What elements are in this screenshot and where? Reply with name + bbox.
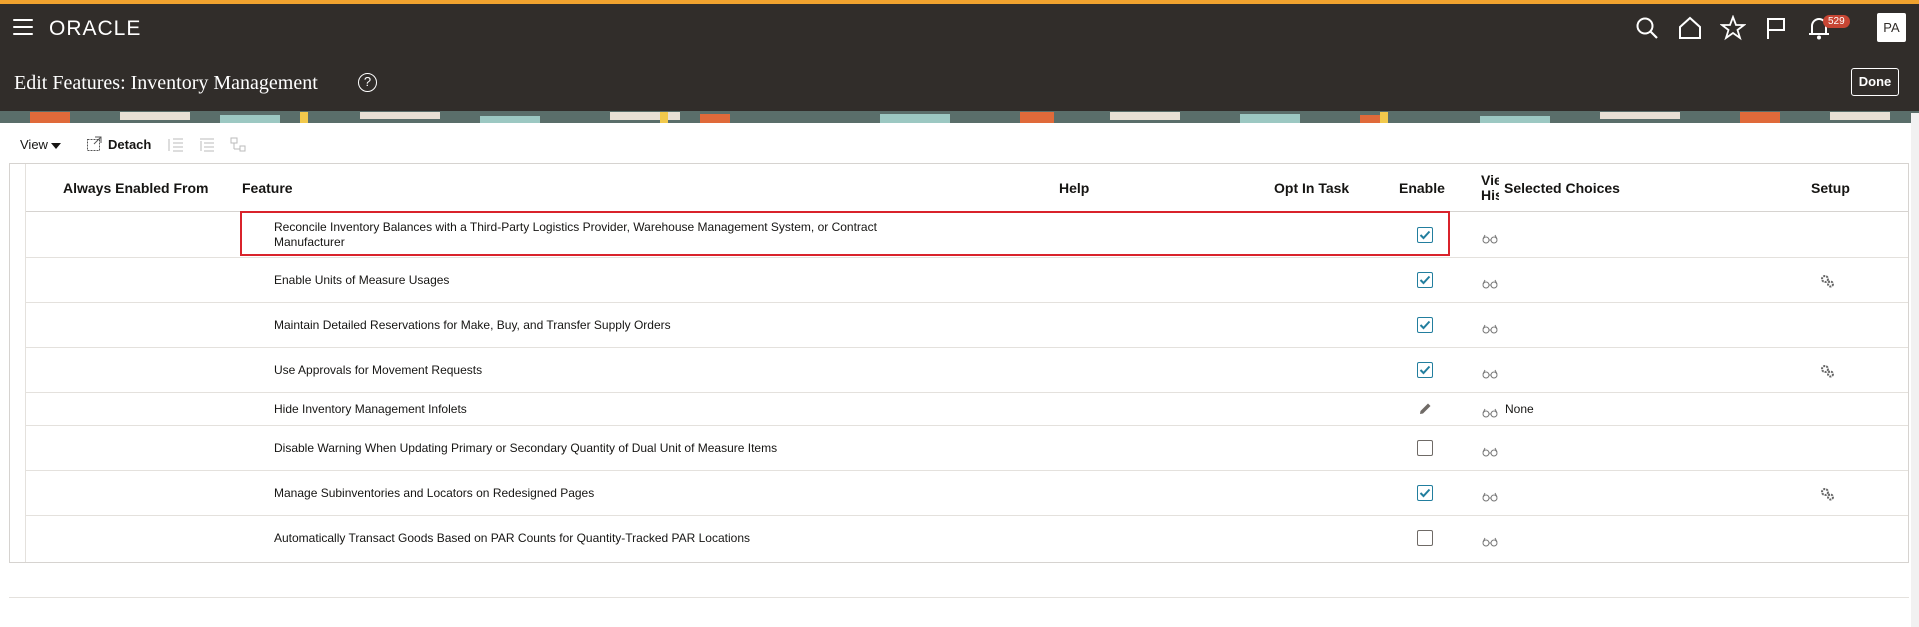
gear-icon[interactable] <box>1819 363 1835 379</box>
feature-name: Hide Inventory Management Infolets <box>274 402 467 416</box>
col-opt-in-task[interactable]: Opt In Task <box>1274 180 1349 196</box>
glasses-icon[interactable] <box>1482 321 1498 334</box>
indent-icon[interactable] <box>168 136 184 152</box>
pencil-icon[interactable] <box>1417 401 1433 417</box>
table-row[interactable]: Enable Units of Measure Usages <box>26 258 1908 303</box>
oracle-logo[interactable]: ORACLE <box>49 17 141 41</box>
home-icon[interactable] <box>1677 15 1703 41</box>
glasses-icon[interactable] <box>1482 366 1498 379</box>
col-feature[interactable]: Feature <box>242 180 293 196</box>
selected-choices-value: None <box>1505 402 1534 416</box>
global-header: ORACLE 529 PA Edit Features: Inventory M… <box>0 0 1919 113</box>
view-dropdown-icon[interactable] <box>50 139 66 155</box>
table-row[interactable]: Manage Subinventories and Locators on Re… <box>26 471 1908 516</box>
col-view-history[interactable]: Vie His <box>1481 173 1499 205</box>
glasses-icon[interactable] <box>1482 276 1498 289</box>
col-enable[interactable]: Enable <box>1399 180 1445 196</box>
glasses-icon[interactable] <box>1482 489 1498 502</box>
detach-icon[interactable] <box>86 136 102 152</box>
feature-name: Enable Units of Measure Usages <box>274 273 450 287</box>
view-menu-label[interactable]: View <box>20 137 48 152</box>
enable-checkbox[interactable] <box>1417 272 1433 288</box>
enable-checkbox[interactable] <box>1417 485 1433 501</box>
table-row[interactable]: Maintain Detailed Reservations for Make,… <box>26 303 1908 348</box>
enable-checkbox[interactable] <box>1417 317 1433 333</box>
table-row[interactable]: Hide Inventory Management Infolets None <box>26 393 1908 426</box>
gear-icon[interactable] <box>1819 273 1835 289</box>
vertical-scrollbar[interactable] <box>1911 113 1919 627</box>
feature-name: Manage Subinventories and Locators on Re… <box>274 486 595 500</box>
col-selected-choices[interactable]: Selected Choices <box>1504 180 1620 196</box>
flag-icon[interactable] <box>1763 15 1789 41</box>
enable-checkbox[interactable] <box>1417 440 1433 456</box>
help-icon[interactable]: ? <box>358 73 377 92</box>
enable-checkbox[interactable] <box>1417 362 1433 378</box>
glasses-icon[interactable] <box>1482 405 1498 418</box>
feature-name: Use Approvals for Movement Requests <box>274 363 483 377</box>
feature-name: Maintain Detailed Reservations for Make,… <box>274 318 671 332</box>
decorative-banner <box>0 111 1919 123</box>
page-title: Edit Features: Inventory Management <box>14 72 318 94</box>
user-avatar[interactable]: PA <box>1877 13 1906 42</box>
glasses-icon[interactable] <box>1482 444 1498 457</box>
expand-icon[interactable] <box>230 136 246 152</box>
table-row[interactable]: Disable Warning When Updating Primary or… <box>26 426 1908 471</box>
gear-icon[interactable] <box>1819 486 1835 502</box>
done-button[interactable]: Done <box>1851 68 1899 96</box>
star-icon[interactable] <box>1719 14 1747 41</box>
row-selector-column <box>10 164 26 562</box>
feature-name: Automatically Transact Goods Based on PA… <box>274 531 750 545</box>
highlight-box <box>240 211 1450 256</box>
table-row[interactable]: Automatically Transact Goods Based on PA… <box>26 516 1908 562</box>
divider <box>9 597 1909 598</box>
table-toolbar: View Detach <box>0 134 1919 158</box>
col-help[interactable]: Help <box>1059 180 1089 196</box>
glasses-icon[interactable] <box>1482 231 1498 244</box>
feature-name: Disable Warning When Updating Primary or… <box>274 441 778 455</box>
detach-button[interactable]: Detach <box>108 137 151 152</box>
col-always-enabled-from[interactable]: Always Enabled From <box>63 180 208 196</box>
accent-bar <box>0 0 1919 4</box>
glasses-icon[interactable] <box>1482 534 1498 547</box>
notification-badge: 529 <box>1823 15 1850 28</box>
table-row[interactable]: Use Approvals for Movement Requests <box>26 348 1908 393</box>
enable-checkbox[interactable] <box>1417 530 1433 546</box>
hamburger-icon[interactable] <box>13 19 33 37</box>
table-header: Always Enabled From Feature Help Opt In … <box>26 164 1908 212</box>
search-icon[interactable] <box>1634 15 1660 41</box>
col-setup[interactable]: Setup <box>1811 180 1850 196</box>
outdent-icon[interactable] <box>199 136 215 152</box>
